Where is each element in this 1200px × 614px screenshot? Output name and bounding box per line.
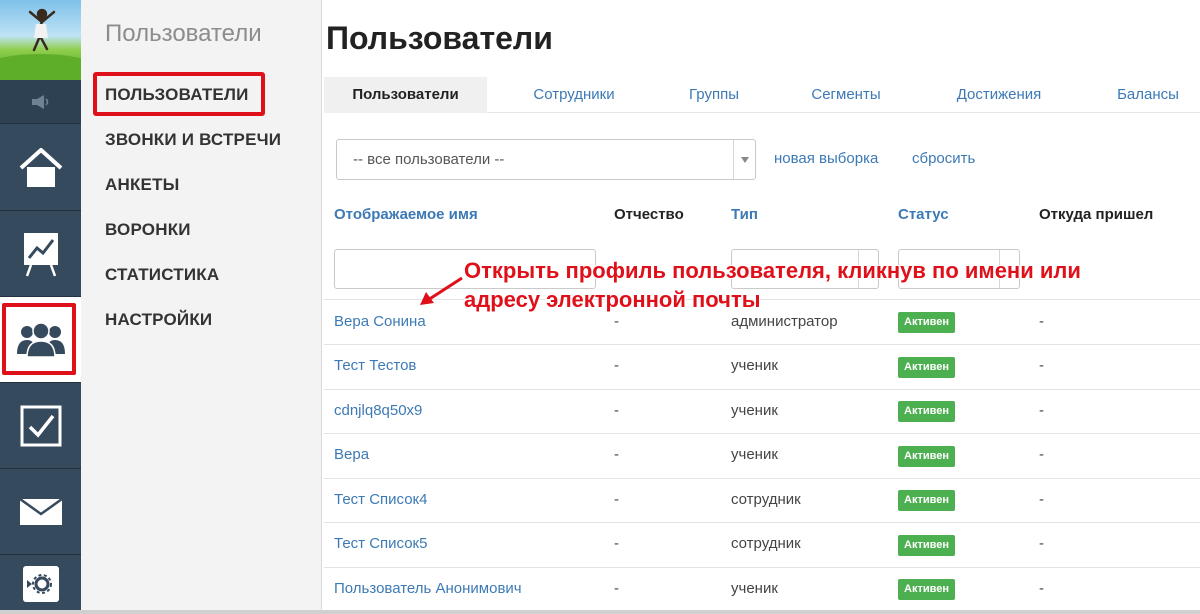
secondary-menu: Пользователи ПОЛЬЗОВАТЕЛИ ЗВОНКИ И ВСТРЕ… <box>81 0 322 614</box>
column-status[interactable]: Статус <box>898 206 949 223</box>
chevron-down-icon <box>740 156 749 163</box>
status-badge: Активен <box>898 490 955 511</box>
patronymic-cell: - <box>614 535 619 552</box>
tab-balances[interactable]: Балансы <box>1096 77 1200 113</box>
source-cell: - <box>1039 491 1044 508</box>
annotation-line-2: адресу электронной почты <box>464 287 761 312</box>
type-cell: ученик <box>731 402 778 419</box>
column-patronymic: Отчество <box>614 206 684 223</box>
type-cell: ученик <box>731 580 778 597</box>
column-display-name[interactable]: Отображаемое имя <box>334 206 478 223</box>
rail-item-messages[interactable] <box>0 469 81 555</box>
menu-item-settings[interactable]: НАСТРОЙКИ <box>105 310 212 330</box>
rail-item-announcements[interactable] <box>0 80 81 124</box>
status-badge: Активен <box>898 535 955 556</box>
icon-rail <box>0 0 81 614</box>
row-divider <box>324 522 1200 523</box>
envelope-icon <box>18 497 63 525</box>
status-badge: Активен <box>898 401 955 422</box>
tab-users[interactable]: Пользователи <box>324 77 487 113</box>
users-highlight-frame <box>2 303 76 375</box>
patronymic-cell: - <box>614 313 619 330</box>
user-name-link[interactable]: Вера Сонина <box>334 313 426 330</box>
row-divider <box>324 478 1200 479</box>
chart-board-icon <box>23 232 58 276</box>
tab-groups[interactable]: Группы <box>664 77 764 113</box>
tab-employees[interactable]: Сотрудники <box>507 77 641 113</box>
patronymic-cell: - <box>614 357 619 374</box>
source-cell: - <box>1039 535 1044 552</box>
home-icon <box>19 147 62 187</box>
menu-highlight-frame <box>93 72 265 116</box>
column-source: Откуда пришел <box>1039 206 1154 223</box>
source-cell: - <box>1039 313 1044 330</box>
annotation-text: Открыть профиль пользователя, кликнув по… <box>464 256 1081 314</box>
patronymic-cell: - <box>614 446 619 463</box>
row-divider <box>324 344 1200 345</box>
menu-item-surveys[interactable]: АНКЕТЫ <box>105 175 180 195</box>
row-divider <box>324 567 1200 568</box>
user-name-link[interactable]: Тест Список5 <box>334 535 427 552</box>
user-name-link[interactable]: cdnjlq8q50x9 <box>334 402 422 419</box>
user-filter-select[interactable]: -- все пользователи -- <box>336 139 756 180</box>
new-selection-link[interactable]: новая выборка <box>774 150 878 167</box>
source-cell: - <box>1039 357 1044 374</box>
patronymic-cell: - <box>614 580 619 597</box>
settings-icon <box>22 566 59 602</box>
rail-item-analytics[interactable] <box>0 211 81 297</box>
tab-bar: Пользователи Сотрудники Группы Сегменты … <box>324 77 1200 113</box>
annotation-line-1: Открыть профиль пользователя, кликнув по… <box>464 258 1081 283</box>
source-cell: - <box>1039 402 1044 419</box>
rail-item-home[interactable] <box>0 125 81 211</box>
source-cell: - <box>1039 580 1044 597</box>
patronymic-cell: - <box>614 491 619 508</box>
type-cell: ученик <box>731 357 778 374</box>
dropdown-arrow[interactable] <box>733 140 755 179</box>
tab-segments[interactable]: Сегменты <box>794 77 898 113</box>
type-cell: сотрудник <box>731 535 801 552</box>
page-title: Пользователи <box>326 20 553 56</box>
tab-achievements[interactable]: Достижения <box>934 77 1064 113</box>
user-name-link[interactable]: Тест Тестов <box>334 357 416 374</box>
avatar[interactable] <box>0 0 81 80</box>
status-badge: Активен <box>898 446 955 467</box>
source-cell: - <box>1039 446 1044 463</box>
type-cell: сотрудник <box>731 491 801 508</box>
filter-selected-value: -- все пользователи -- <box>353 151 505 168</box>
rail-item-settings[interactable] <box>0 555 81 614</box>
type-cell: ученик <box>731 446 778 463</box>
bottom-scrollbar[interactable] <box>0 610 1200 614</box>
user-name-link[interactable]: Вера <box>334 446 369 463</box>
annotation-arrow-icon <box>420 276 463 305</box>
reset-link[interactable]: сбросить <box>912 150 975 167</box>
user-name-link[interactable]: Пользователь Анонимович <box>334 580 522 597</box>
row-divider <box>324 433 1200 434</box>
row-divider <box>324 389 1200 390</box>
section-title: Пользователи <box>105 20 262 47</box>
speaker-icon <box>31 94 48 109</box>
user-name-link[interactable]: Тест Список4 <box>334 491 427 508</box>
status-badge: Активен <box>898 312 955 333</box>
menu-item-calls[interactable]: ЗВОНКИ И ВСТРЕЧИ <box>105 130 281 150</box>
patronymic-cell: - <box>614 402 619 419</box>
checkbox-icon <box>20 405 61 446</box>
menu-item-statistics[interactable]: СТАТИСТИКА <box>105 265 219 285</box>
column-type[interactable]: Тип <box>731 206 758 223</box>
menu-item-funnels[interactable]: ВОРОНКИ <box>105 220 191 240</box>
type-cell: администратор <box>731 313 838 330</box>
rail-item-tasks[interactable] <box>0 383 81 469</box>
status-badge: Активен <box>898 357 955 378</box>
status-badge: Активен <box>898 579 955 600</box>
